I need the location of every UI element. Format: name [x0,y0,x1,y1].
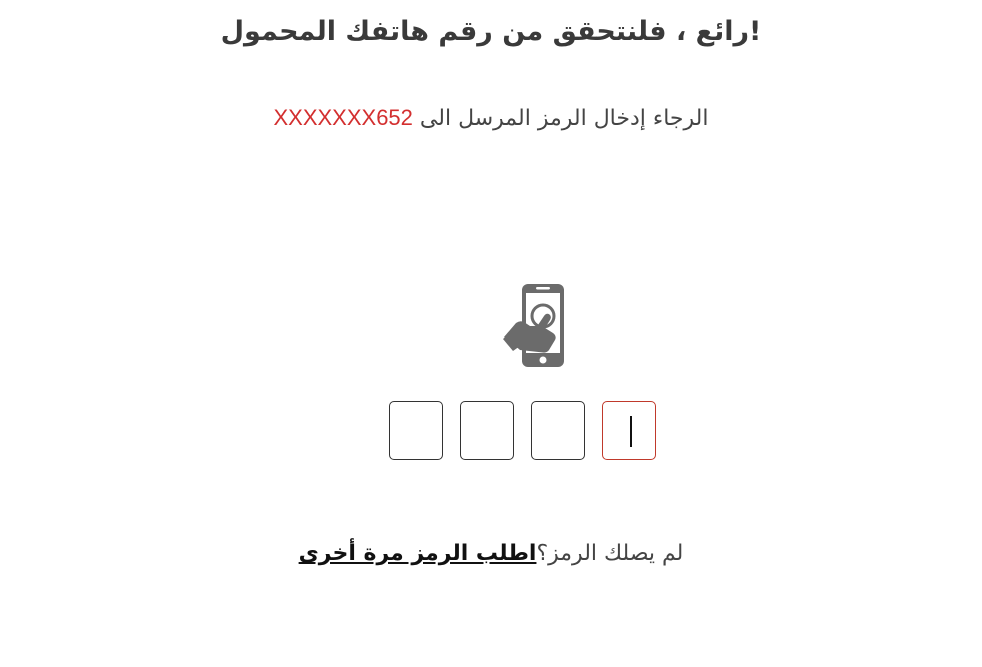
otp-digit-1[interactable] [602,401,656,460]
resend-section: لم يصلك الرمز؟اطلب الرمز مرة أخرى [0,536,982,572]
page-title: رائع ، فلنتحقق من رقم هاتفك المحمول! [220,16,762,47]
phone-touch-icon [503,284,564,367]
otp-digit-4[interactable] [389,401,443,460]
otp-digit-2[interactable] [531,401,585,460]
text-caret [630,416,632,447]
resend-question: لم يصلك الرمز؟ [536,541,684,566]
instruction-prefix: الرجاء إدخال الرمز المرسل الى [419,106,709,131]
resend-code-link[interactable]: اطلب الرمز مرة أخرى [299,541,537,566]
otp-verification-page: رائع ، فلنتحقق من رقم هاتفك المحمول! الر… [0,0,982,667]
otp-input-group [389,401,659,462]
instruction-text: الرجاء إدخال الرمز المرسل الى XXXXXXX652 [0,100,982,137]
otp-digit-3[interactable] [460,401,514,460]
masked-phone-number: XXXXXXX652 [273,105,413,130]
